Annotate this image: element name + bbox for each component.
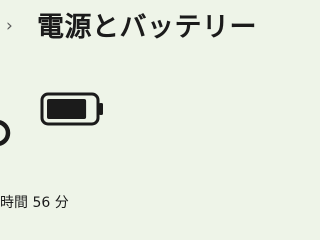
power-status-icon (0, 120, 11, 146)
battery-remaining-time: 時間 56 分 (0, 195, 69, 211)
battery-icon (40, 92, 103, 126)
battery-level-fill (47, 99, 87, 119)
page-title: 電源とバッテリー (37, 12, 257, 43)
back-chevron-icon[interactable]: › (6, 18, 13, 35)
